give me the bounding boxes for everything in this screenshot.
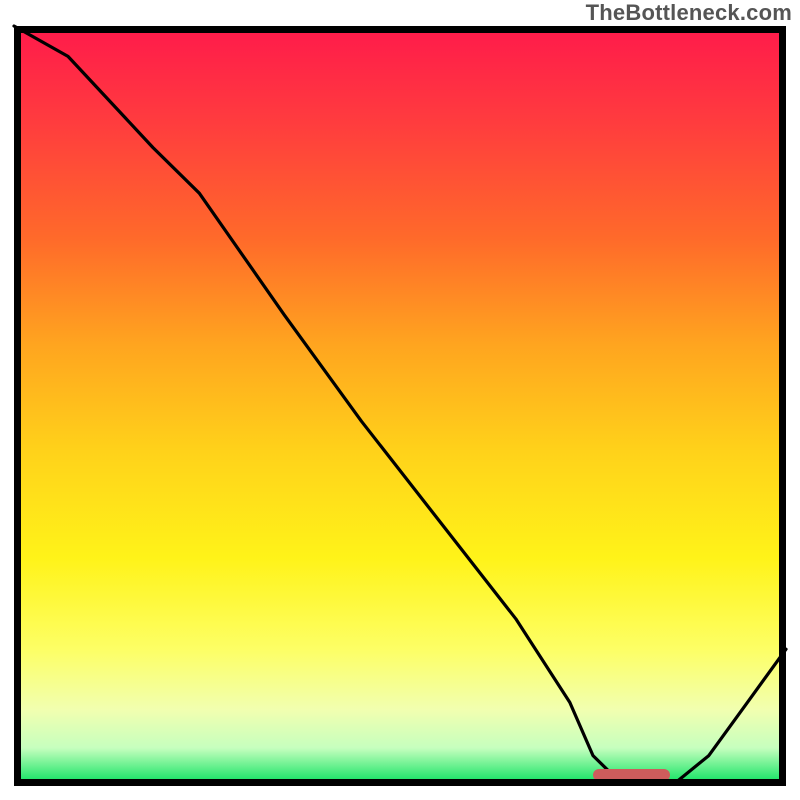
chart-svg bbox=[14, 26, 786, 786]
plot-area bbox=[14, 26, 786, 786]
watermark-text: TheBottleneck.com bbox=[586, 0, 792, 26]
bottleneck-curve bbox=[14, 26, 786, 782]
optimal-range-bar bbox=[593, 769, 670, 781]
